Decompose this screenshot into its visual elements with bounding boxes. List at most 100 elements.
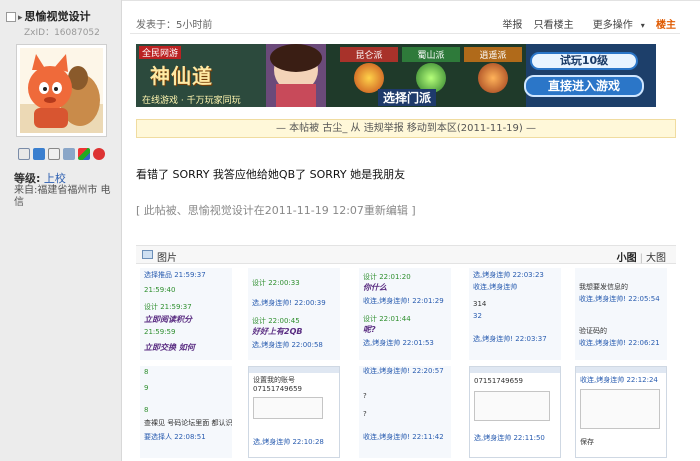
chat-line: 选,烤身连帅 22:03:23 — [473, 271, 544, 279]
image-section-header: 图片 小图 | 大图 — [136, 245, 676, 264]
only-author-link[interactable]: 只看楼主 — [534, 20, 574, 31]
chat-line: 收连,烤身连帅! 22:11:42 — [363, 433, 444, 441]
move-notice: — 本帖被 古尘_ 从 违规举报 移动到本区(2011-11-19) — — [136, 119, 676, 138]
enter-game-button[interactable]: 直接进入游戏 — [524, 75, 644, 97]
banner-title: 神仙道 — [150, 64, 213, 88]
header-divider — [130, 33, 680, 34]
more-actions-label: 更多操作 — [592, 20, 633, 31]
arrow-icon: ▸ — [18, 13, 23, 23]
user-header: ▸ 思愉视觉设计 — [6, 8, 118, 24]
chat-line: 设计 22:01:44 — [363, 315, 411, 323]
chat-line: 保存 — [580, 438, 594, 446]
chat-line: 收连,烤身连帅! 22:06:21 — [579, 339, 660, 347]
search-icon[interactable] — [48, 148, 60, 160]
choose-sect-label: 选择门派 — [378, 89, 437, 106]
chat-line: 314 — [473, 300, 487, 308]
chat-line: 21:59:59 — [144, 328, 176, 336]
chat-line: 8 — [144, 368, 149, 376]
sect-xiaoyao: 逍遥派 — [464, 47, 522, 103]
size-separator: | — [639, 253, 643, 264]
chat-line: 好好上有2QB — [252, 327, 303, 336]
screenshot-form — [580, 389, 660, 429]
large-view-link[interactable]: 大图 — [646, 253, 666, 264]
screenshot-form — [253, 397, 323, 419]
chat-line: 收连,烤身连帅! 22:05:54 — [579, 295, 660, 303]
chat-line: 32 — [473, 312, 482, 320]
screenshot-titlebar — [470, 367, 560, 373]
thumbnail-image[interactable]: 收连,烤身连帅 22:12:24 保存 — [575, 366, 667, 458]
thumbnail-image[interactable]: 收连,烤身连帅! 22:20:57 ? ? 收连,烤身连帅! 22:11:42 — [359, 366, 451, 458]
thumbnail-image[interactable]: 我想要发信息的 收连,烤身连帅! 22:05:54 验证码的 收连,烤身连帅! … — [575, 268, 667, 360]
sect-name: 逍遥派 — [464, 47, 522, 62]
thumbnail-image[interactable]: 选,烤身连帅 22:03:23 收连,烤身连帅 314 32 选,烤身连帅! 2… — [469, 268, 561, 360]
avatar-image — [20, 48, 103, 133]
post-content: 看错了 SORRY 我答应他给她QB了 SORRY 她是我朋友 — [136, 168, 406, 181]
sect-emblem-icon — [478, 63, 508, 93]
chat-line: 8 — [144, 406, 149, 414]
chat-line: 选,烤身连帅 22:11:50 — [474, 434, 545, 442]
chat-line: 选,烤身连帅 22:01:53 — [363, 339, 434, 347]
user-id: ZxID：16087052 — [24, 28, 100, 38]
post-actions: 举报 只看楼主 更多操作 ▾ 楼主 — [494, 16, 676, 31]
chat-line: 07151749659 — [474, 377, 523, 385]
post-time: 发表于：5小时前 — [136, 20, 213, 31]
group-icon[interactable] — [78, 148, 90, 160]
chat-line: 选,烤身连帅 22:10:28 — [253, 438, 324, 446]
profile-icon[interactable] — [63, 148, 75, 160]
select-checkbox[interactable] — [6, 12, 16, 22]
floor-label: 楼主 — [656, 20, 676, 31]
thumbnail-image[interactable]: 选择推品 21:59:37 21:59:40 设计 21:59:37 立即阅读积… — [140, 268, 232, 360]
chat-line: 设计 21:59:37 — [144, 303, 192, 311]
screenshot-titlebar — [576, 367, 666, 373]
user-action-icons — [18, 148, 105, 160]
chat-line: 收连,烤身连帅 22:12:24 — [580, 376, 658, 384]
chat-line: 我想要发信息的 — [579, 283, 628, 291]
chat-line: 要选择人 22:08:51 — [144, 433, 206, 441]
chat-line: 你什么 — [363, 283, 387, 292]
trial-button[interactable]: 试玩10级 — [530, 52, 638, 70]
user-sidebar: ▸ 思愉视觉设计 ZxID：16087052 等级: 上校 来自:福建省福州市 电… — [0, 0, 122, 461]
sect-name: 昆仑派 — [340, 47, 398, 62]
chat-line: 验证码的 — [579, 327, 607, 335]
avatar[interactable] — [16, 44, 107, 137]
thumbnail-image[interactable]: 8 9 8 查裸见 号码论坛里面 都认识你 要选择人 22:08:51 — [140, 366, 232, 458]
thumbnail-image[interactable]: 设计 22:01:20 你什么 收连,烤身连帅! 22:01:29 设计 22:… — [359, 268, 451, 360]
top-divider — [122, 0, 700, 6]
level-link[interactable]: 上校 — [44, 172, 66, 185]
chat-line: 21:59:40 — [144, 286, 176, 294]
small-view-link[interactable]: 小图 — [617, 253, 637, 264]
user-level: 等级: 上校 — [14, 172, 66, 185]
game-ad-banner[interactable]: 全民网游 神仙道 在线游戏 · 千万玩家同玩 昆仑派 蜀山派 逍遥派 选择门派 … — [136, 44, 656, 107]
qq-icon[interactable] — [93, 148, 105, 160]
image-size-toggle: 小图 | 大图 — [617, 249, 666, 264]
banner-subtitle: 在线游戏 · 千万玩家同玩 — [142, 96, 241, 106]
edit-note: [ 此帖被、思愉视觉设计在2011-11-19 12:07重新编辑 ] — [136, 204, 416, 217]
chat-line: 查裸见 号码论坛里面 都认识你 — [144, 419, 232, 427]
report-link[interactable]: 举报 — [502, 20, 522, 31]
picture-icon — [142, 250, 153, 259]
chat-line: 收连,烤身连帅 — [473, 283, 518, 291]
more-actions-menu[interactable]: 更多操作 ▾ — [585, 20, 645, 31]
chat-line: 选,烤身连帅! 22:00:39 — [252, 299, 326, 307]
screenshot-titlebar — [249, 367, 339, 373]
thumbnail-image[interactable]: 设计 22:00:33 选,烤身连帅! 22:00:39 设计 22:00:45… — [248, 268, 340, 360]
chat-line: 立即阅读积分 — [144, 315, 192, 324]
chat-line: 设置我的账号 — [253, 376, 295, 384]
screenshot-form — [474, 391, 550, 421]
chat-line: 设计 22:00:33 — [252, 279, 300, 287]
chat-line: 呢? — [363, 325, 376, 334]
sect-name: 蜀山派 — [402, 47, 460, 62]
image-section-title: 图片 — [157, 253, 177, 264]
message-icon[interactable] — [18, 148, 30, 160]
username[interactable]: 思愉视觉设计 — [25, 10, 91, 23]
chat-line: 立即交换 如何 — [144, 343, 195, 352]
thumbnail-image[interactable]: 设置我的账号 07151749659 选,烤身连帅 22:10:28 — [248, 366, 340, 458]
thumbnail-image[interactable]: 07151749659 选,烤身连帅 22:11:50 — [469, 366, 561, 458]
chat-line: 选,烤身连帅 22:00:58 — [252, 341, 323, 349]
chat-line: 收连,烤身连帅! 22:01:29 — [363, 297, 444, 305]
chat-line: ? — [363, 392, 367, 400]
chat-line: 9 — [144, 384, 149, 392]
add-friend-icon[interactable] — [33, 148, 45, 160]
chat-line: 07151749659 — [253, 385, 302, 393]
chevron-down-icon: ▾ — [640, 21, 645, 30]
